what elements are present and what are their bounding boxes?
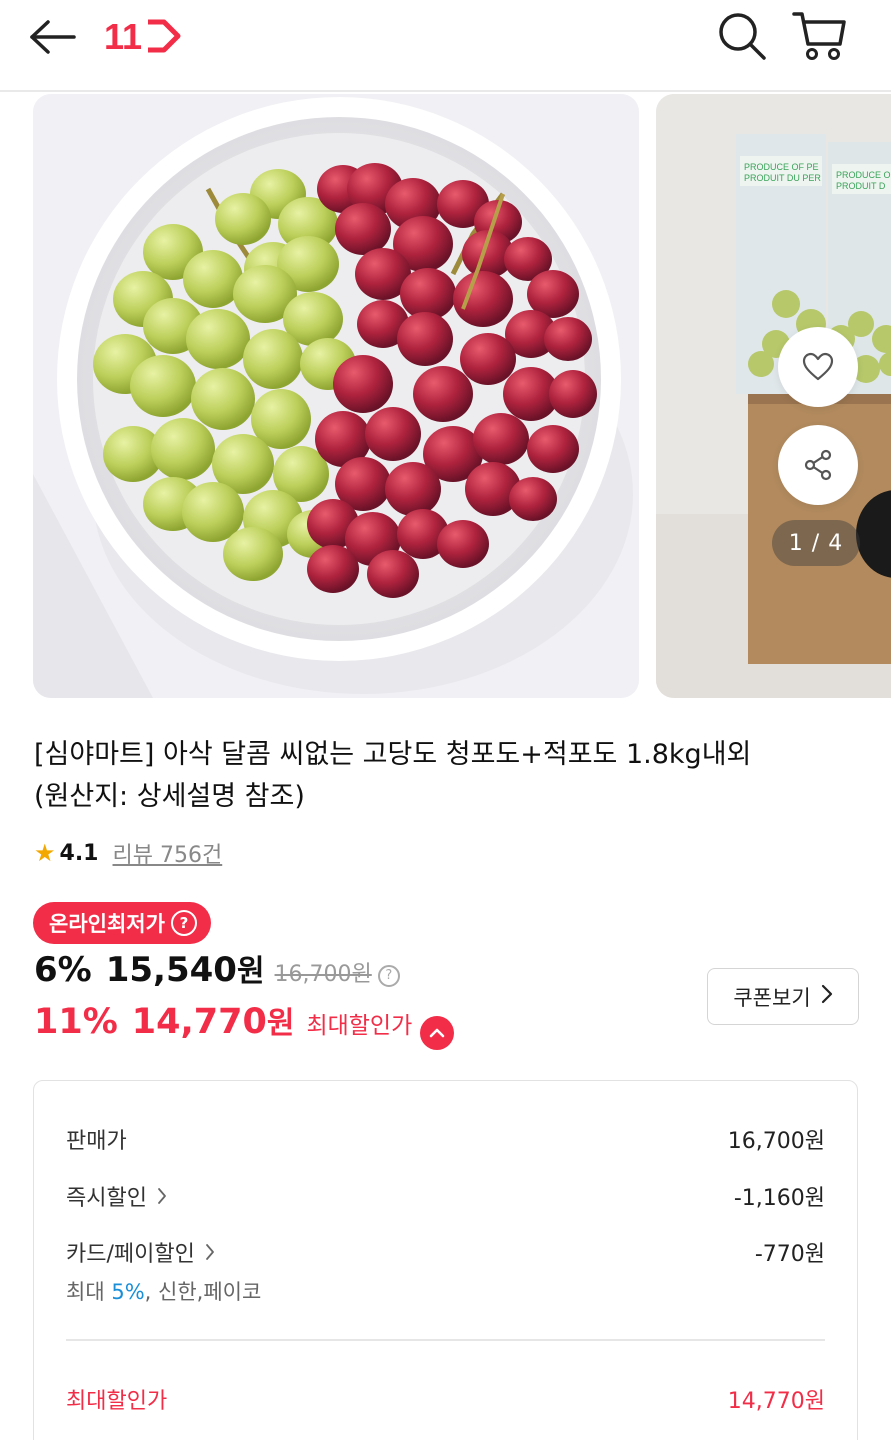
- arrow-left-icon: [30, 20, 76, 54]
- back-button[interactable]: [26, 14, 80, 60]
- svg-text:PRODUCE OF PE: PRODUCE OF PE: [744, 162, 819, 172]
- product-image-gallery[interactable]: PRODUCE OF PE PRODUIT DU PER PRODUCE O P…: [0, 92, 891, 704]
- lowest-price-badge[interactable]: 온라인최저가 ?: [33, 902, 211, 944]
- card-note-prefix: 최대: [66, 1280, 112, 1304]
- grapes-bowl-image: [33, 94, 639, 698]
- package-image: PRODUCE OF PE PRODUIT DU PER PRODUCE O P…: [656, 94, 891, 698]
- price-help-icon[interactable]: ?: [377, 964, 400, 987]
- card-discount-note: 최대 5%, 신한,페이코: [66, 1276, 261, 1306]
- svg-text:PRODUCE O: PRODUCE O: [836, 170, 891, 180]
- breakdown-row-sale-price: 판매가 16,700원: [66, 1123, 825, 1155]
- breakdown-row-max-discount: 최대할인가 14,770원: [66, 1383, 825, 1415]
- original-price: 16,700원: [274, 962, 372, 987]
- search-button[interactable]: [714, 10, 770, 62]
- max-discount-price-row: 11% 14,770 원 최대할인가: [34, 998, 455, 1050]
- cart-icon: [792, 12, 846, 60]
- breakdown-value: 16,700원: [727, 1129, 825, 1154]
- help-icon[interactable]: ?: [170, 910, 197, 936]
- currency-unit: 원: [266, 1006, 295, 1041]
- logo-icon: 11: [104, 16, 181, 57]
- svg-text:PRODUIT D: PRODUIT D: [836, 181, 886, 191]
- max-discount-percent: 11%: [34, 1002, 118, 1042]
- badge-label: 온라인최저가: [49, 912, 165, 936]
- product-image-package[interactable]: PRODUCE OF PE PRODUIT DU PER PRODUCE O P…: [656, 94, 891, 698]
- max-discount-price: 14,770: [131, 1002, 267, 1042]
- heart-icon: [802, 352, 834, 381]
- breakdown-label-wrap: 카드/페이할인: [66, 1236, 215, 1268]
- breakdown-label: 카드/페이할인: [66, 1242, 195, 1267]
- star-icon: ★: [34, 839, 56, 867]
- search-icon: [719, 13, 766, 60]
- max-discount-label: 최대할인가: [306, 1013, 413, 1039]
- product-title: [심야마트] 아삭 달콤 씨없는 고당도 청포도+적포도 1.8kg내외 (원산…: [34, 734, 864, 818]
- share-button[interactable]: [778, 425, 858, 505]
- price-breakdown-box: 판매가 16,700원 즉시할인 -1,160원 카드/페이할인 -770원 최…: [33, 1080, 858, 1440]
- chevron-right-icon: [157, 1187, 167, 1205]
- share-icon: [804, 449, 832, 481]
- card-note-issuers: , 신한,페이코: [144, 1280, 262, 1304]
- logo-11st[interactable]: 11: [104, 16, 184, 57]
- sale-price: 15,540: [105, 950, 237, 990]
- review-count-link[interactable]: 리뷰 756건: [113, 837, 223, 869]
- discount-percent: 6%: [34, 950, 92, 990]
- view-coupon-button[interactable]: 쿠폰보기: [707, 968, 859, 1025]
- chevron-right-icon: [821, 984, 833, 1009]
- cart-button[interactable]: [790, 8, 850, 64]
- breakdown-total-value: 14,770원: [727, 1389, 825, 1414]
- breakdown-value: -770원: [754, 1242, 825, 1267]
- collapse-price-detail-button[interactable]: [420, 1016, 455, 1050]
- currency-unit: 원: [236, 954, 265, 989]
- breakdown-row-instant-discount[interactable]: 즉시할인 -1,160원: [66, 1180, 825, 1212]
- sale-price-row: 6% 15,540 원 16,700원 ?: [34, 946, 400, 994]
- breakdown-label-wrap: 즉시할인: [66, 1180, 167, 1212]
- product-title-line1: [심야마트] 아삭 달콤 씨없는 고당도 청포도+적포도 1.8kg내외: [34, 739, 752, 770]
- divider: [66, 1339, 825, 1341]
- coupon-button-label: 쿠폰보기: [733, 985, 811, 1010]
- svg-text:PRODUIT DU PER: PRODUIT DU PER: [744, 173, 821, 183]
- card-note-rate: 5%: [111, 1280, 145, 1304]
- breakdown-row-card-pay-discount[interactable]: 카드/페이할인 -770원: [66, 1236, 825, 1268]
- breakdown-value: -1,160원: [733, 1186, 825, 1211]
- product-image-grapes-bowl[interactable]: [33, 94, 639, 698]
- chevron-right-icon: [205, 1243, 215, 1261]
- product-rating: ★ 4.1 리뷰 756건: [34, 834, 222, 872]
- svg-text:11: 11: [104, 16, 142, 56]
- top-header: 11: [0, 0, 891, 92]
- breakdown-label: 즉시할인: [66, 1186, 147, 1211]
- breakdown-label: 판매가: [66, 1129, 127, 1154]
- wishlist-button[interactable]: [778, 327, 858, 407]
- breakdown-total-label: 최대할인가: [66, 1389, 168, 1414]
- product-title-line2: (원산지: 상세설명 참조): [34, 781, 305, 812]
- image-page-indicator: 1 / 4: [772, 520, 860, 566]
- chevron-up-icon: [429, 1028, 445, 1038]
- rating-score: 4.1: [59, 840, 99, 866]
